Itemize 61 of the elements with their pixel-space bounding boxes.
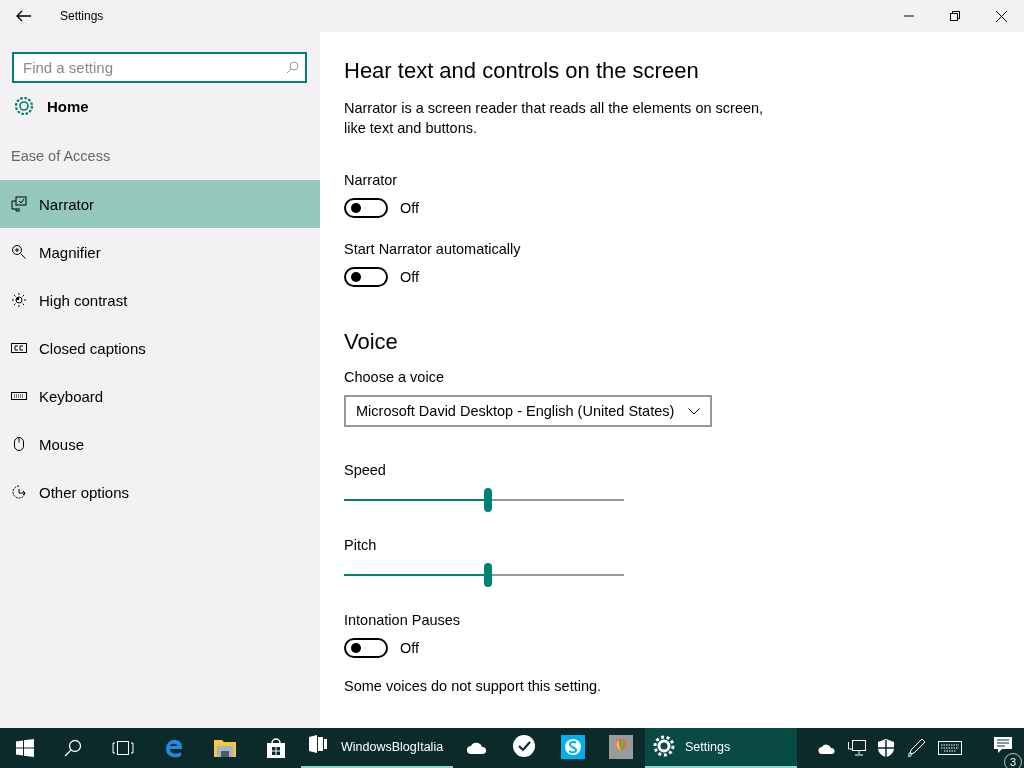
slider-thumb[interactable]	[484, 488, 492, 512]
monitor-icon	[11, 196, 27, 212]
toggle-state: Off	[400, 200, 420, 216]
setting-label: Choose a voice	[344, 369, 445, 385]
taskbar-app[interactable]: Settings	[645, 728, 797, 768]
description-text: Some voices do not support this setting.	[344, 677, 603, 696]
nav-item[interactable]: Mouse	[0, 420, 320, 468]
close-icon[interactable]	[996, 10, 1007, 22]
notification-badge: 3	[1004, 753, 1022, 768]
captions-icon	[11, 340, 27, 356]
taskbar-app[interactable]: WindowsBlogItalia	[301, 728, 453, 768]
nav-item[interactable]: High contrast	[0, 276, 320, 324]
slider-thumb[interactable]	[484, 563, 492, 587]
nav-item[interactable]: Other options	[0, 468, 320, 516]
settings-icon	[12, 94, 36, 118]
voice-dropdown[interactable]: Microsoft David Desktop - English (United States)	[344, 395, 712, 427]
folder-icon[interactable]	[214, 739, 236, 757]
section-heading: Hear text and controls on the screen	[344, 58, 700, 84]
checkmark-circle-icon	[513, 735, 537, 759]
toggle-state: Off	[400, 640, 420, 656]
message-icon[interactable]	[994, 737, 1012, 755]
magnifier-icon	[11, 244, 27, 260]
shield-icon[interactable]	[878, 739, 894, 757]
section-heading: Voice	[344, 329, 399, 355]
description-text: Narrator is a screen reader that reads all the elements on screen, like text and buttons.	[344, 99, 765, 138]
restore-icon[interactable]	[950, 11, 960, 21]
sun-icon	[11, 292, 27, 308]
pen-icon[interactable]	[906, 738, 926, 758]
section-label: Ease of Access	[11, 148, 112, 166]
setting-label: Speed	[344, 462, 387, 478]
clock-arrow-icon	[11, 484, 27, 500]
setting-label: Narrator	[344, 172, 399, 188]
setting-label: Intonation Pauses	[344, 612, 462, 628]
chat-app-icon	[561, 735, 585, 759]
cloud-icon	[467, 740, 487, 754]
nav-item[interactable]: Closed captions	[0, 324, 320, 372]
back-arrow-icon[interactable]	[16, 10, 32, 22]
toggle-state: Off	[400, 269, 420, 285]
mouse-icon	[11, 436, 27, 452]
window-title: Settings	[60, 9, 105, 23]
search-field[interactable]: Find a setting	[12, 52, 307, 83]
browser-e-icon[interactable]	[164, 738, 184, 758]
toggle-switch[interactable]	[344, 198, 388, 218]
chevron-down-icon	[688, 407, 700, 415]
search-icon[interactable]	[64, 739, 82, 757]
nav-item[interactable]: Keyboard	[0, 372, 320, 420]
toggle-switch[interactable]	[344, 638, 388, 658]
network-icon[interactable]	[848, 740, 866, 756]
setting-label: Start Narrator automatically	[344, 241, 522, 257]
windows-logo-icon[interactable]	[16, 739, 34, 757]
setting-label: Pitch	[344, 537, 378, 553]
paint-app-icon	[609, 735, 633, 759]
nav-item[interactable]: Magnifier	[0, 228, 320, 276]
search-icon	[286, 61, 299, 74]
toggle-switch[interactable]	[344, 267, 388, 287]
home-link[interactable]: Home	[47, 97, 89, 115]
keyboard-icon[interactable]	[938, 741, 962, 755]
gear-icon	[653, 735, 677, 759]
nav-item[interactable]: Narrator	[0, 180, 320, 228]
task-view-icon[interactable]	[112, 739, 134, 757]
shopping-bag-icon[interactable]	[266, 738, 286, 758]
